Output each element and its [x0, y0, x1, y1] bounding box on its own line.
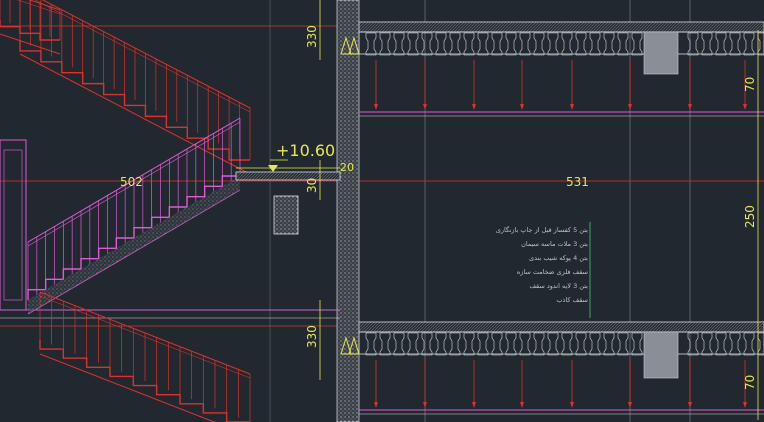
layer-note: بتن 5 کفساز قبل از جاپ بازنگاری [496, 226, 588, 234]
dim-right-middle: 250 [743, 205, 757, 228]
dim-right-bottom: 70 [743, 375, 757, 390]
layer-note: بتن 3 لایه اندود سقف [529, 282, 588, 290]
layer-note: سقف فلزی ضخامت سازه [517, 268, 588, 276]
elevation-label: +10.60 [276, 141, 335, 160]
layer-note: سقف کاذب [556, 296, 588, 304]
wall-column [336, 0, 360, 422]
dim-left-span: 502 [120, 175, 143, 189]
dim-right-span: 531 [566, 175, 589, 189]
layer-note: بتن 4 پوکه شیب بندی [529, 254, 588, 262]
dim-right-top: 70 [743, 77, 757, 92]
dim-landing-gap: 20 [340, 161, 354, 174]
cad-drawing-canvas: 330 30 330 20 +10.60 502 531 70 250 70 ب… [0, 0, 764, 422]
dim-bottom-vertical: 330 [305, 325, 319, 348]
dim-slab-offset: 30 [305, 178, 319, 193]
layer-note: بتن 3 ملات ماسه سیمان [521, 240, 588, 248]
dim-top-vertical: 330 [305, 25, 319, 48]
